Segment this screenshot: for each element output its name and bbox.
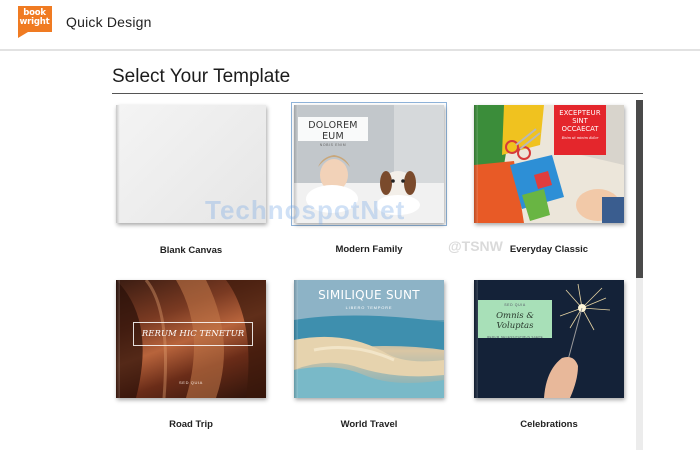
cover-title: Omnis & Voluptas — [496, 311, 534, 331]
template-label: Road Trip — [169, 419, 213, 430]
template-label: Blank Canvas — [159, 245, 223, 256]
cover-subtitle: NOBIS ENIM — [319, 143, 347, 147]
template-card-road-trip[interactable]: RERUM HIC TENETUR SED QUIA Road Trip — [116, 280, 266, 430]
cover-title-box: SED QUIA Omnis & Voluptas RERUM NECESSIT… — [478, 300, 552, 339]
template-cover-celebrations[interactable]: SED QUIA Omnis & Voluptas RERUM NECESSIT… — [474, 280, 624, 398]
watermark-handle: @TSNW — [448, 238, 503, 254]
sparkler-photo-image — [474, 280, 624, 398]
cover-subtitle: RERUM NECESSITATIBUS SAEPE — [487, 335, 543, 339]
template-cover-road-trip[interactable]: RERUM HIC TENETUR SED QUIA — [116, 280, 266, 398]
book-spine — [474, 105, 478, 223]
bookwright-logo[interactable]: book wright — [18, 6, 53, 38]
cover-title-box: DOLOREM EUM NOBIS ENIM — [298, 117, 368, 147]
watermark-text: TechnospotNet — [205, 195, 406, 225]
scrollbar-thumb[interactable] — [636, 100, 643, 278]
book-spine — [294, 280, 298, 398]
template-list-scrollbar[interactable] — [636, 100, 643, 450]
book-spine — [474, 280, 478, 398]
cover-kicker: SED QUIA — [504, 303, 526, 307]
page-title: Select Your Template — [112, 66, 291, 87]
template-label: Modern Family — [335, 244, 403, 255]
header-divider — [0, 49, 700, 51]
logo-text: book wright — [18, 9, 51, 27]
cover-title: SIMILIQUE SUNT — [318, 288, 420, 302]
template-card-world-travel[interactable]: SIMILIQUE SUNT LIBERO TEMPORE World Trav… — [294, 280, 444, 430]
heading-divider — [112, 93, 643, 94]
cover-title-line2: SINT — [572, 117, 588, 125]
cover-title-box: EXCEPTEUR SINT OCCAECAT Enim ut minim do… — [554, 105, 606, 155]
template-cover-world-travel[interactable]: SIMILIQUE SUNT LIBERO TEMPORE — [294, 280, 444, 398]
template-label: World Travel — [340, 419, 398, 430]
template-card-celebrations[interactable]: SED QUIA Omnis & Voluptas RERUM NECESSIT… — [474, 280, 624, 430]
cover-title-line1: EXCEPTEUR — [559, 109, 601, 117]
template-card-everyday-classic[interactable]: EXCEPTEUR SINT OCCAECAT Enim ut minim do… — [474, 105, 624, 255]
book-spine — [116, 105, 120, 223]
cover-subtitle: Enim ut minim dolor — [561, 136, 599, 140]
app-title: Quick Design — [66, 14, 152, 30]
top-bar: book wright Quick Design — [0, 0, 700, 49]
cover-title-line3: OCCAECAT — [561, 125, 599, 133]
template-label: Celebrations — [520, 419, 578, 430]
cover-title: DOLOREM EUM — [308, 120, 358, 142]
cover-subtitle: SED QUIA — [179, 380, 203, 385]
template-cover-everyday-classic[interactable]: EXCEPTEUR SINT OCCAECAT Enim ut minim do… — [474, 105, 624, 223]
logo-text-line2: wright — [19, 17, 50, 27]
cover-title-box: RERUM HIC TENETUR — [133, 322, 253, 346]
cover-title: RERUM HIC TENETUR — [141, 329, 245, 339]
book-spine — [116, 280, 120, 398]
cover-subtitle: LIBERO TEMPORE — [345, 305, 393, 310]
